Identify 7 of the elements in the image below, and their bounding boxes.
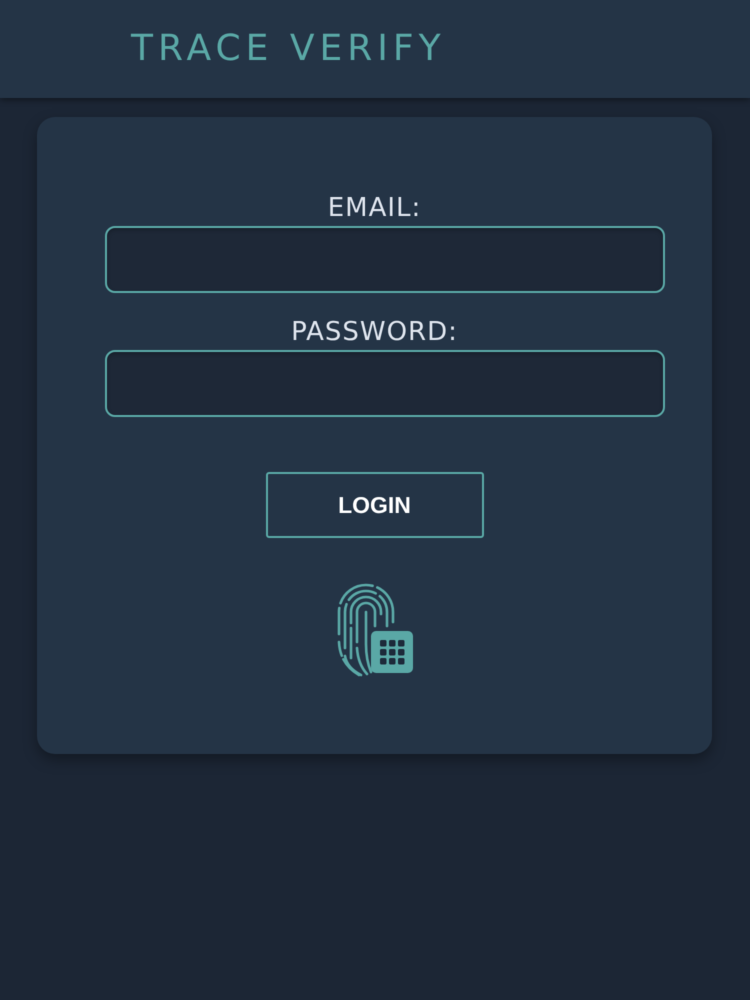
email-field[interactable] — [105, 226, 665, 293]
app-title: TRACE VERIFY — [131, 31, 446, 67]
email-label: EMAIL: — [328, 193, 422, 223]
password-field[interactable] — [105, 350, 665, 417]
fingerprint-keypad-icon[interactable] — [336, 582, 412, 677]
login-button[interactable]: LOGIN — [266, 472, 484, 538]
password-label: PASSWORD: — [291, 317, 458, 347]
